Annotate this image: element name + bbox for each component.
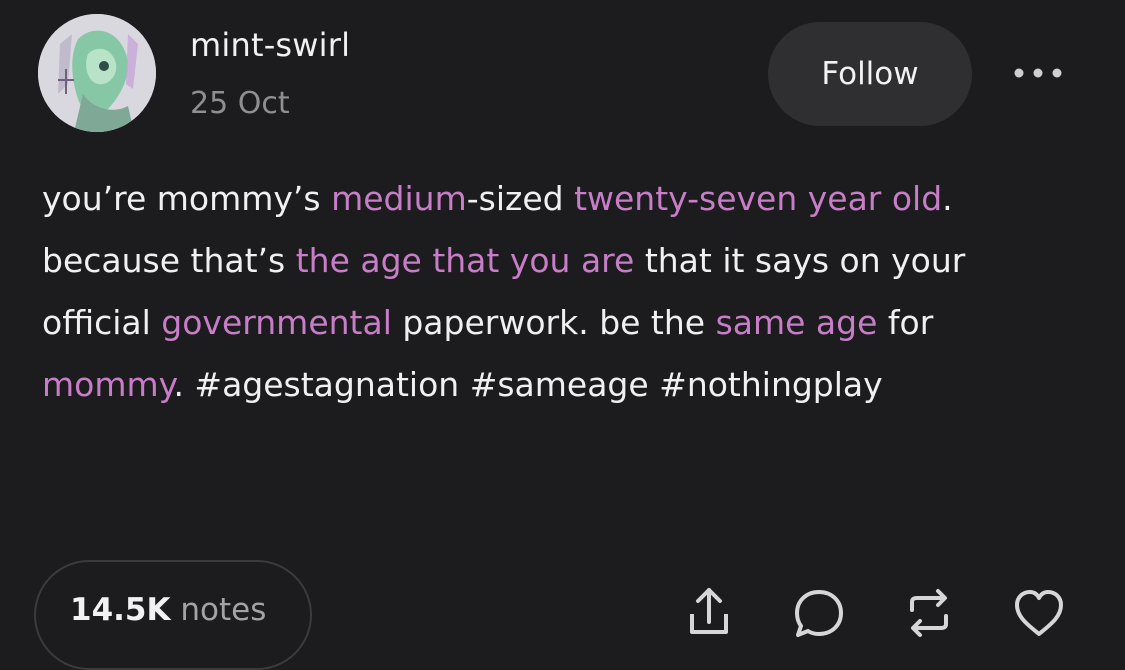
avatar[interactable] bbox=[38, 14, 156, 132]
reblog-icon[interactable] bbox=[898, 582, 960, 644]
highlighted-link[interactable]: same age bbox=[716, 303, 878, 342]
post-actions bbox=[670, 582, 1080, 642]
post-card: mint-swirl 25 Oct Follow you’re mommy’s … bbox=[0, 0, 1125, 670]
notes-text[interactable]: 14.5K notes bbox=[70, 592, 266, 628]
post-body: you’re mommy’s medium-sized twenty-seven… bbox=[42, 168, 1082, 416]
avatar-image bbox=[38, 14, 156, 132]
post-date: 25 Oct bbox=[190, 86, 290, 121]
body-text: . #agestagnation #sameage #nothingplay bbox=[173, 365, 883, 404]
highlighted-link[interactable]: medium bbox=[331, 179, 467, 218]
more-options-icon[interactable] bbox=[1010, 62, 1066, 84]
body-text: you’re mommy’s bbox=[42, 179, 332, 218]
heart-icon[interactable] bbox=[1008, 582, 1070, 644]
body-text: paperwork. be the bbox=[391, 303, 716, 342]
share-icon[interactable] bbox=[678, 582, 740, 644]
highlighted-link[interactable]: governmental bbox=[161, 303, 392, 342]
notes-count: 14.5K bbox=[70, 592, 171, 628]
body-text: -sized bbox=[466, 179, 575, 218]
follow-button[interactable]: Follow bbox=[768, 22, 972, 126]
highlighted-link[interactable]: the age that you are bbox=[296, 241, 635, 280]
highlighted-link[interactable]: mommy bbox=[42, 365, 173, 404]
notes-label: notes bbox=[180, 592, 267, 628]
body-text: for bbox=[877, 303, 934, 342]
reply-bubble-icon[interactable] bbox=[788, 582, 850, 644]
highlighted-link[interactable]: twenty-seven year old bbox=[574, 179, 942, 218]
post-username[interactable]: mint-swirl bbox=[190, 26, 350, 64]
